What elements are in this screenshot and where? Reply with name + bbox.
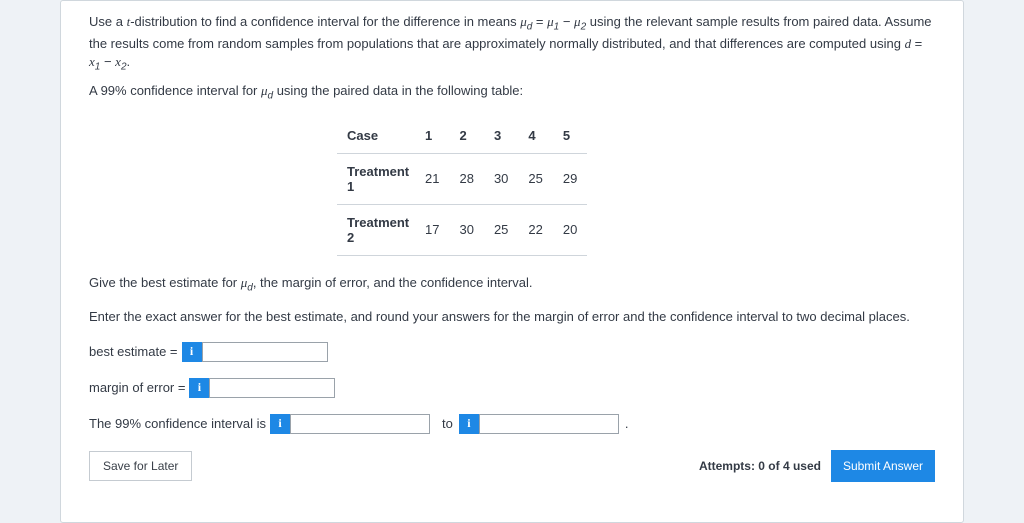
table-header-row: Case 1 2 3 4 5: [337, 118, 587, 154]
text: =: [911, 36, 922, 51]
prompt-2: Enter the exact answer for the best esti…: [89, 308, 935, 326]
data-table: Case 1 2 3 4 5 Treatment 1 21 28 30 25 2…: [337, 118, 587, 256]
ci-high-input[interactable]: [479, 414, 619, 434]
ci-row: The 99% confidence interval is i to i .: [89, 414, 935, 434]
text: A 99% confidence interval for: [89, 83, 261, 98]
text: −: [100, 54, 115, 69]
text: −: [559, 14, 574, 29]
margin-error-input[interactable]: [209, 378, 335, 398]
info-icon[interactable]: i: [459, 414, 479, 434]
best-estimate-label: best estimate =: [89, 344, 178, 359]
text: using the paired data in the following t…: [273, 83, 523, 98]
cell: 28: [449, 153, 483, 204]
margin-error-row: margin of error = i: [89, 378, 935, 398]
cell: 29: [553, 153, 587, 204]
col-3: 3: [484, 118, 518, 154]
ci-to-text: to: [442, 416, 453, 431]
prompt-1: Give the best estimate for μd, the margi…: [89, 274, 935, 296]
text: , the margin of error, and the confidenc…: [253, 275, 533, 290]
prompt-text: Give the best estimate for μd, the margi…: [89, 274, 935, 326]
text: Use a: [89, 14, 127, 29]
submit-answer-button[interactable]: Submit Answer: [831, 450, 935, 482]
ci-low-input[interactable]: [290, 414, 430, 434]
col-2: 2: [449, 118, 483, 154]
text: -distribution to find a confidence inter…: [130, 14, 520, 29]
question-panel: Use a t-distribution to find a confidenc…: [60, 0, 964, 523]
cell: 22: [518, 204, 552, 255]
ci-period: .: [625, 416, 629, 431]
col-4: 4: [518, 118, 552, 154]
intro-paragraph-2: A 99% confidence interval for μd using t…: [89, 82, 935, 104]
intro-text: Use a t-distribution to find a confidenc…: [89, 13, 935, 104]
cell: 21: [415, 153, 449, 204]
info-icon[interactable]: i: [182, 342, 202, 362]
cell: 30: [484, 153, 518, 204]
ci-label: The 99% confidence interval is: [89, 416, 266, 431]
col-5: 5: [553, 118, 587, 154]
text: Give the best estimate for: [89, 275, 241, 290]
cell: 25: [518, 153, 552, 204]
text: =: [532, 14, 547, 29]
footer-right: Attempts: 0 of 4 used Submit Answer: [699, 450, 935, 482]
col-1: 1: [415, 118, 449, 154]
cell: 17: [415, 204, 449, 255]
table-row: Treatment 2 17 30 25 22 20: [337, 204, 587, 255]
info-icon[interactable]: i: [189, 378, 209, 398]
cell: 20: [553, 204, 587, 255]
margin-error-label: margin of error =: [89, 380, 185, 395]
data-table-wrap: Case 1 2 3 4 5 Treatment 1 21 28 30 25 2…: [337, 118, 935, 256]
info-icon[interactable]: i: [270, 414, 290, 434]
intro-paragraph-1: Use a t-distribution to find a confidenc…: [89, 13, 935, 74]
table-row: Treatment 1 21 28 30 25 29: [337, 153, 587, 204]
attempts-text: Attempts: 0 of 4 used: [699, 459, 821, 473]
best-estimate-row: best estimate = i: [89, 342, 935, 362]
footer-row: Save for Later Attempts: 0 of 4 used Sub…: [89, 450, 935, 482]
col-case: Case: [337, 118, 415, 154]
text: .: [127, 54, 131, 69]
row-label: Treatment 2: [337, 204, 415, 255]
save-for-later-button[interactable]: Save for Later: [89, 451, 192, 481]
row-label: Treatment 1: [337, 153, 415, 204]
best-estimate-input[interactable]: [202, 342, 328, 362]
cell: 25: [484, 204, 518, 255]
cell: 30: [449, 204, 483, 255]
